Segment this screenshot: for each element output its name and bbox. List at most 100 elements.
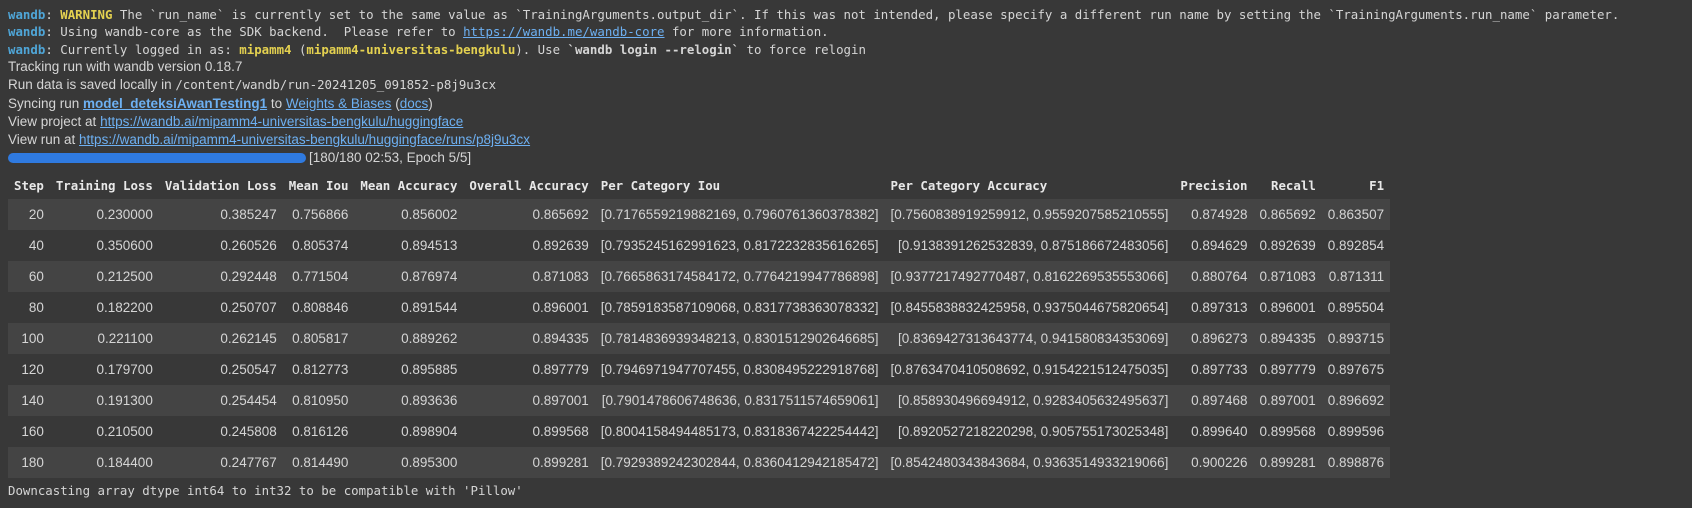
cell-f1: 0.897675 [1327,362,1385,378]
cell-step: 40 [28,238,44,254]
cell-validation-loss: 0.260526 [220,238,277,254]
cell-precision: 0.897468 [1191,393,1248,409]
cell-mean-accuracy: 0.898904 [401,424,458,440]
cell-step: 60 [28,269,44,285]
cell-mean-accuracy: 0.891544 [401,300,458,316]
header-mean-accuracy: Mean Accuracy [360,177,458,193]
cell-overall-accuracy: 0.871083 [532,269,589,285]
cell-mean-accuracy: 0.895885 [401,362,458,378]
cell-per-category-accuracy: [0.9138391262532839, 0.875186672483056] [898,238,1169,254]
cell-per-category-iou: [0.7929389242302844, 0.8360412942185472] [600,455,879,471]
cell-precision: 0.874928 [1191,207,1248,223]
run-text: View run at [8,132,80,148]
cell-validation-loss: 0.250707 [220,300,277,316]
cell-recall: 0.899568 [1259,424,1316,440]
cell-per-category-iou: [0.7935245162991623, 0.8172232835616265] [600,238,879,254]
view-run-line: View run at https://wandb.ai/mipamm4-uni… [8,131,1684,149]
cell-per-category-accuracy: [0.8455838832425958, 0.9375044675820654] [890,300,1169,316]
cell-f1: 0.898876 [1327,455,1385,471]
cell-overall-accuracy: 0.894335 [532,331,589,347]
cell-mean-accuracy: 0.894513 [401,238,458,254]
table-row: 60 0.212500 0.292448 0.771504 0.876974 0.8710… [8,261,1391,293]
cell-mean-iou: 0.816126 [292,424,349,440]
cell-mean-iou: 0.756866 [292,207,349,223]
training-progress: [180/180 02:53, Epoch 5/5] [8,149,1684,167]
header-recall: Recall [1271,177,1316,193]
cell-training-loss: 0.179700 [96,362,153,378]
run-link[interactable]: https://wandb.ai/mipamm4-universitas-ben… [79,132,530,147]
cell-recall: 0.897779 [1259,362,1316,378]
run-saved-line: Run data is saved locally in /content/wa… [8,76,1684,94]
project-link[interactable]: https://wandb.ai/mipamm4-universitas-ben… [100,114,463,129]
backend-text: Using wandb-core as the SDK backend. Ple… [52,24,464,40]
cell-f1: 0.871311 [1328,269,1385,285]
warning-text: The `run_name` is currently set to the s… [112,7,1620,22]
cell-step: 140 [21,393,44,409]
login-mid: ( [291,41,307,57]
cell-step: 160 [21,424,44,440]
cell-validation-loss: 0.385247 [220,207,277,223]
cell-f1: 0.893715 [1327,331,1385,347]
cell-overall-accuracy: 0.892639 [532,238,589,254]
table-row: 100 0.221100 0.262145 0.805817 0.889262 0.894… [8,323,1391,355]
project-text: View project at [8,113,101,129]
saved-text: Run data is saved locally in [8,77,176,93]
weights-biases-link[interactable]: Weights & Biases [286,96,392,111]
backend-after: for more information. [664,24,829,40]
cell-mean-iou: 0.814490 [292,455,349,471]
wandb-prefix: wandb [8,41,46,57]
cell-recall: 0.896001 [1259,300,1316,316]
cell-step: 80 [28,300,44,316]
cell-mean-accuracy: 0.856002 [401,207,458,223]
cell-precision: 0.899640 [1191,424,1248,440]
progress-fill [8,153,306,164]
cell-f1: 0.899596 [1327,424,1385,440]
cell-recall: 0.899281 [1259,455,1316,471]
log-line-backend: wandb: Using wandb-core as the SDK backe… [8,24,829,40]
cell-per-category-accuracy: [0.8763470410508692, 0.9154221512475035] [890,362,1169,378]
cell-validation-loss: 0.247767 [220,455,277,471]
cell-training-loss: 0.212500 [96,269,153,285]
cell-mean-iou: 0.812773 [292,362,349,378]
cell-mean-iou: 0.808846 [292,300,349,316]
cell-per-category-accuracy: [0.8542480343843684, 0.9363514933219066] [890,455,1169,471]
cell-f1: 0.863507 [1327,207,1385,223]
table-row: 80 0.182200 0.250707 0.808846 0.891544 0.8960… [8,292,1391,324]
cell-training-loss: 0.182200 [96,300,153,316]
cell-training-loss: 0.191300 [96,393,153,409]
wandb-prefix: wandb [8,24,46,40]
cell-mean-accuracy: 0.876974 [401,269,458,285]
cell-overall-accuracy: 0.865692 [532,207,589,223]
table-row: 40 0.350600 0.260526 0.805374 0.894513 0.8926… [8,230,1391,262]
wandb-core-link[interactable]: https://wandb.me/wandb-core [463,24,664,39]
cell-per-category-accuracy: [0.858930496694912, 0.9283405632495637] [898,393,1169,409]
cell-training-loss: 0.184400 [96,455,153,471]
log-line-warning: wandb: WARNING The `run_name` is current… [8,7,1620,22]
log-line-login: wandb: Currently logged in as: mipamm4 (… [8,41,866,57]
header-overall-accuracy: Overall Accuracy [469,177,589,193]
docs-open: ( [391,95,400,111]
cell-f1: 0.892854 [1327,238,1385,254]
login-command: `wandb login --relogin` [567,41,740,57]
cell-training-loss: 0.230000 [96,207,153,223]
cell-mean-accuracy: 0.895300 [401,455,458,471]
cell-per-category-iou: [0.7814836939348213, 0.8301512902646685] [600,331,879,347]
cell-per-category-iou: [0.7176559219882169, 0.7960761360378382] [600,207,879,223]
cell-f1: 0.896692 [1327,393,1385,409]
cell-validation-loss: 0.292448 [220,269,277,285]
login-text: Currently logged in as: [52,41,240,57]
cell-step: 100 [21,331,44,347]
syncing-line: Syncing run model_deteksiAwanTesting1 to… [8,95,1684,113]
cell-per-category-accuracy: [0.8369427313643774, 0.941580834353069] [898,331,1169,347]
table-row: 140 0.191300 0.254454 0.810950 0.893636 0.897… [8,385,1391,417]
docs-close: ) [428,95,433,111]
docs-link[interactable]: docs [400,96,429,111]
cell-mean-accuracy: 0.889262 [401,331,458,347]
cell-precision: 0.894629 [1191,238,1248,254]
run-name-link[interactable]: model_deteksiAwanTesting1 [83,96,267,111]
cell-overall-accuracy: 0.899281 [532,455,589,471]
tracking-version: Tracking run with wandb version 0.18.7 [8,59,243,75]
syncing-text: Syncing run [8,95,84,111]
cell-output: wandb: WARNING The `run_name` is current… [0,0,1692,500]
cell-mean-iou: 0.805817 [292,331,349,347]
